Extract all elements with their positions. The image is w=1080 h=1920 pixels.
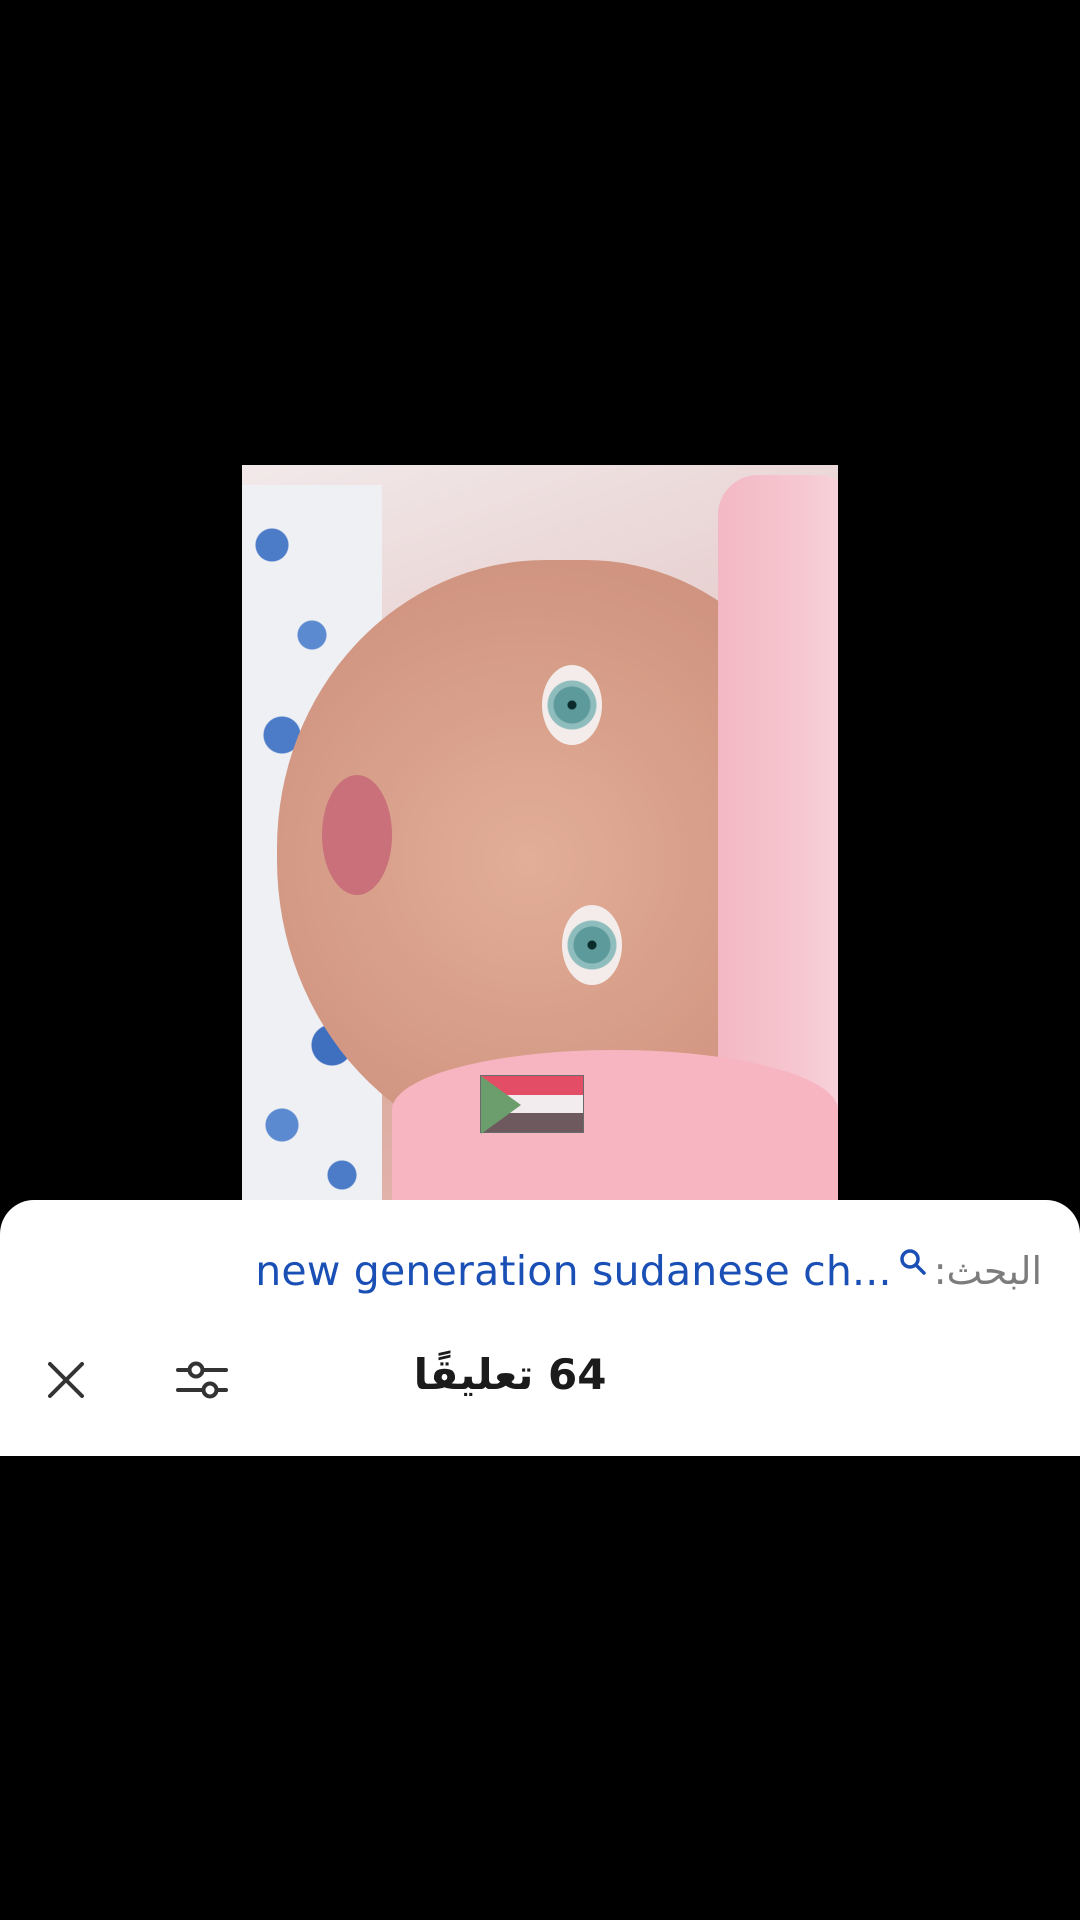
video-frame (242, 465, 838, 1200)
comments-count-title: 64 تعليقًا (413, 1350, 607, 1399)
eye (562, 905, 622, 985)
pink-clothing (392, 1050, 838, 1200)
search-icon (898, 1247, 928, 1277)
bottom-letterbox (0, 1456, 1080, 1920)
search-prefix-label: البحث: (933, 1249, 1042, 1293)
close-button[interactable] (38, 1352, 94, 1408)
lips (322, 775, 392, 895)
filter-button[interactable] (172, 1350, 232, 1410)
related-search[interactable]: البحث: new generation sudanese ch... (255, 1246, 1042, 1296)
video-player[interactable] (0, 0, 1080, 1200)
sliders-icon (176, 1361, 228, 1399)
comments-header: 64 تعليقًا (0, 1330, 1080, 1420)
pink-headband (718, 475, 838, 1115)
search-query-link[interactable]: new generation sudanese ch... (255, 1247, 892, 1295)
comments-sheet: البحث: new generation sudanese ch... 64 … (0, 1200, 1080, 1456)
close-icon (48, 1362, 84, 1398)
eye (542, 665, 602, 745)
sudan-flag-icon (480, 1075, 584, 1134)
